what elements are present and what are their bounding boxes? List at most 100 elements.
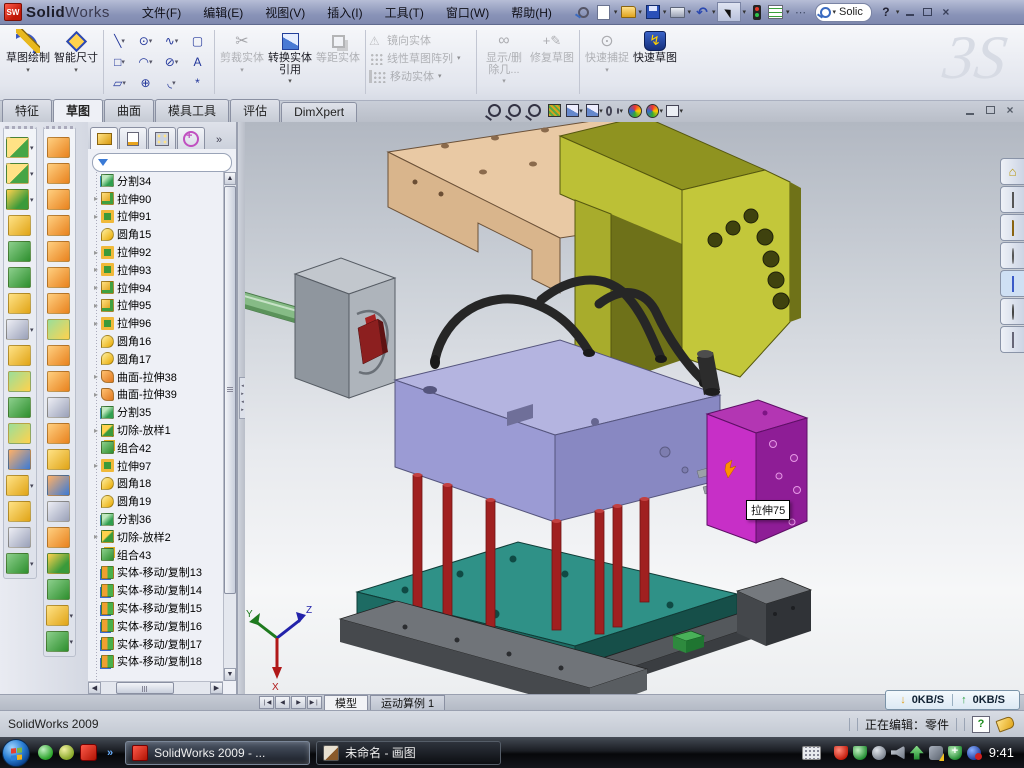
- design-library-tab[interactable]: [1000, 186, 1024, 213]
- edit-appearance-icon[interactable]: [626, 102, 643, 119]
- scrollbar-thumb[interactable]: [224, 186, 236, 594]
- tree-item[interactable]: 实体-移动/复制14: [91, 581, 223, 599]
- doc-close-button[interactable]: ×: [1002, 103, 1018, 117]
- section-view-icon[interactable]: [546, 102, 563, 119]
- tree-item[interactable]: 实体-移动/复制13: [91, 564, 223, 582]
- print-button[interactable]: [668, 3, 686, 21]
- security-shield-tray-icon[interactable]: [853, 746, 867, 760]
- help-button[interactable]: ?: [877, 3, 895, 21]
- search-input[interactable]: Solic: [837, 6, 863, 18]
- hide-show-items-icon[interactable]: ▾: [606, 102, 623, 119]
- search-tab[interactable]: [1000, 242, 1024, 269]
- expander-icon[interactable]: ▸: [91, 461, 101, 470]
- expander-icon[interactable]: ▸: [91, 372, 101, 381]
- tree-item[interactable]: ▸ 曲面-拉伸38: [91, 368, 223, 386]
- doc-minimize-button[interactable]: [962, 103, 978, 117]
- featuremanager-design-tree-tab[interactable]: [90, 127, 118, 149]
- view-palette-tab[interactable]: [1000, 270, 1024, 297]
- command-tab[interactable]: 草图: [53, 99, 103, 122]
- magnified-selection-icon[interactable]: [526, 102, 543, 119]
- tree-item[interactable]: ▸ 切除-放样2: [91, 528, 223, 546]
- minimize-button[interactable]: [901, 5, 918, 20]
- menu-item[interactable]: 工具(T): [375, 1, 434, 24]
- expander-icon[interactable]: ▸: [91, 283, 101, 292]
- view-settings-icon[interactable]: ▾: [666, 102, 683, 119]
- tree-item[interactable]: ▸ 拉伸90: [91, 190, 223, 208]
- select-tool-button[interactable]: [717, 2, 741, 22]
- language-bar-icon[interactable]: [802, 746, 821, 760]
- restore-button[interactable]: [919, 5, 936, 20]
- tags-icon[interactable]: [995, 715, 1015, 732]
- zoom-fit-icon[interactable]: [486, 102, 503, 119]
- update-tray-icon[interactable]: [872, 746, 886, 760]
- quick-snaps-button[interactable]: 快速捕捉 ▾: [583, 28, 631, 75]
- tree-item[interactable]: 圆角17: [91, 350, 223, 368]
- tree-item[interactable]: 实体-移动/复制15: [91, 599, 223, 617]
- expander-icon[interactable]: ▸: [91, 390, 101, 399]
- first-tab-button[interactable]: ❘◀: [259, 696, 274, 709]
- command-tab[interactable]: 评估: [230, 99, 280, 122]
- quick-tips-button[interactable]: ?: [972, 716, 990, 733]
- command-tab[interactable]: 模具工具: [155, 99, 229, 122]
- arc-icon[interactable]: ◠▾: [133, 51, 159, 72]
- scrollbar-thumb[interactable]: [116, 682, 174, 694]
- expander-icon[interactable]: ▸: [91, 426, 101, 435]
- tree-filter-input[interactable]: [92, 153, 232, 172]
- circle-icon[interactable]: ⊙▾: [133, 30, 159, 51]
- sketch-text-icon[interactable]: A: [185, 51, 211, 72]
- toolbar-overflow-icon[interactable]: ⋯: [792, 3, 810, 21]
- menu-item[interactable]: 编辑(E): [193, 1, 253, 24]
- tree-item[interactable]: ▸ 拉伸95: [91, 297, 223, 315]
- appearances-scenes-tab[interactable]: [1000, 298, 1024, 325]
- convert-entities-button[interactable]: 转换实体引用 ▾: [266, 28, 314, 86]
- rapid-sketch-button[interactable]: 快速草图: [631, 28, 679, 66]
- tree-item[interactable]: 分割34: [91, 172, 223, 190]
- tree-item[interactable]: 圆角15: [91, 225, 223, 243]
- taskbar-clock[interactable]: 9:41: [989, 745, 1014, 760]
- configuration-manager-tab[interactable]: [148, 127, 176, 149]
- tree-item[interactable]: 组合43: [91, 546, 223, 564]
- file-explorer-tab[interactable]: [1000, 214, 1024, 241]
- expander-icon[interactable]: ▸: [91, 212, 101, 221]
- sketch-button[interactable]: 草图绘制 ▾: [4, 28, 52, 75]
- line-icon[interactable]: ╲▾: [107, 30, 133, 51]
- apply-scene-icon[interactable]: ▾: [646, 102, 663, 119]
- tree-item[interactable]: 圆角19: [91, 492, 223, 510]
- next-tab-button[interactable]: ▶: [291, 696, 306, 709]
- messenger-quicklaunch-icon[interactable]: [38, 745, 53, 760]
- quicklaunch-overflow-icon[interactable]: »: [107, 747, 113, 759]
- start-button[interactable]: [2, 739, 30, 767]
- dimxpert-manager-tab[interactable]: [177, 127, 205, 149]
- motion-study-tab[interactable]: 运动算例 1: [370, 695, 445, 711]
- solidworks-quicklaunch-icon[interactable]: [80, 744, 97, 761]
- rebuild-traffic-light-icon[interactable]: [748, 3, 766, 21]
- tree-item[interactable]: 实体-移动/复制18: [91, 653, 223, 671]
- save-button[interactable]: [644, 3, 662, 21]
- move-entities-button[interactable]: 移动实体 ▾: [369, 68, 473, 84]
- base-block-part[interactable]: [737, 578, 811, 646]
- smart-dimension-button[interactable]: 智能尺寸 ▾: [52, 28, 100, 75]
- volume-tray-icon[interactable]: [891, 746, 905, 760]
- graphics-viewport[interactable]: Y Z X 拉伸75: [245, 122, 1024, 694]
- tree-item[interactable]: ▸ 曲面-拉伸39: [91, 386, 223, 404]
- rectangle-icon[interactable]: □▾: [107, 51, 133, 72]
- property-manager-tab[interactable]: [119, 127, 147, 149]
- antivirus-tray-icon[interactable]: [834, 746, 848, 760]
- menu-item[interactable]: 视图(V): [255, 1, 315, 24]
- tree-item[interactable]: 实体-移动/复制17: [91, 635, 223, 653]
- tree-item[interactable]: ▸ 拉伸93: [91, 261, 223, 279]
- trim-entities-button[interactable]: 剪裁实体 ▾: [218, 28, 266, 75]
- doc-restore-button[interactable]: [982, 103, 998, 117]
- tree-item[interactable]: 圆角18: [91, 475, 223, 493]
- network-warning-tray-icon[interactable]: [929, 746, 943, 760]
- expander-icon[interactable]: ▸: [91, 194, 101, 203]
- solidworks-resources-tab[interactable]: [1000, 158, 1024, 185]
- tree-item[interactable]: ▸ 切除-放样1: [91, 421, 223, 439]
- expander-icon[interactable]: ▸: [91, 248, 101, 257]
- select-region-icon[interactable]: ▢: [185, 30, 211, 51]
- expander-icon[interactable]: ▸: [91, 319, 101, 328]
- pin-icon[interactable]: [576, 3, 594, 21]
- zoom-area-icon[interactable]: [506, 102, 523, 119]
- options-button[interactable]: [767, 3, 785, 21]
- tree-item[interactable]: 分割36: [91, 510, 223, 528]
